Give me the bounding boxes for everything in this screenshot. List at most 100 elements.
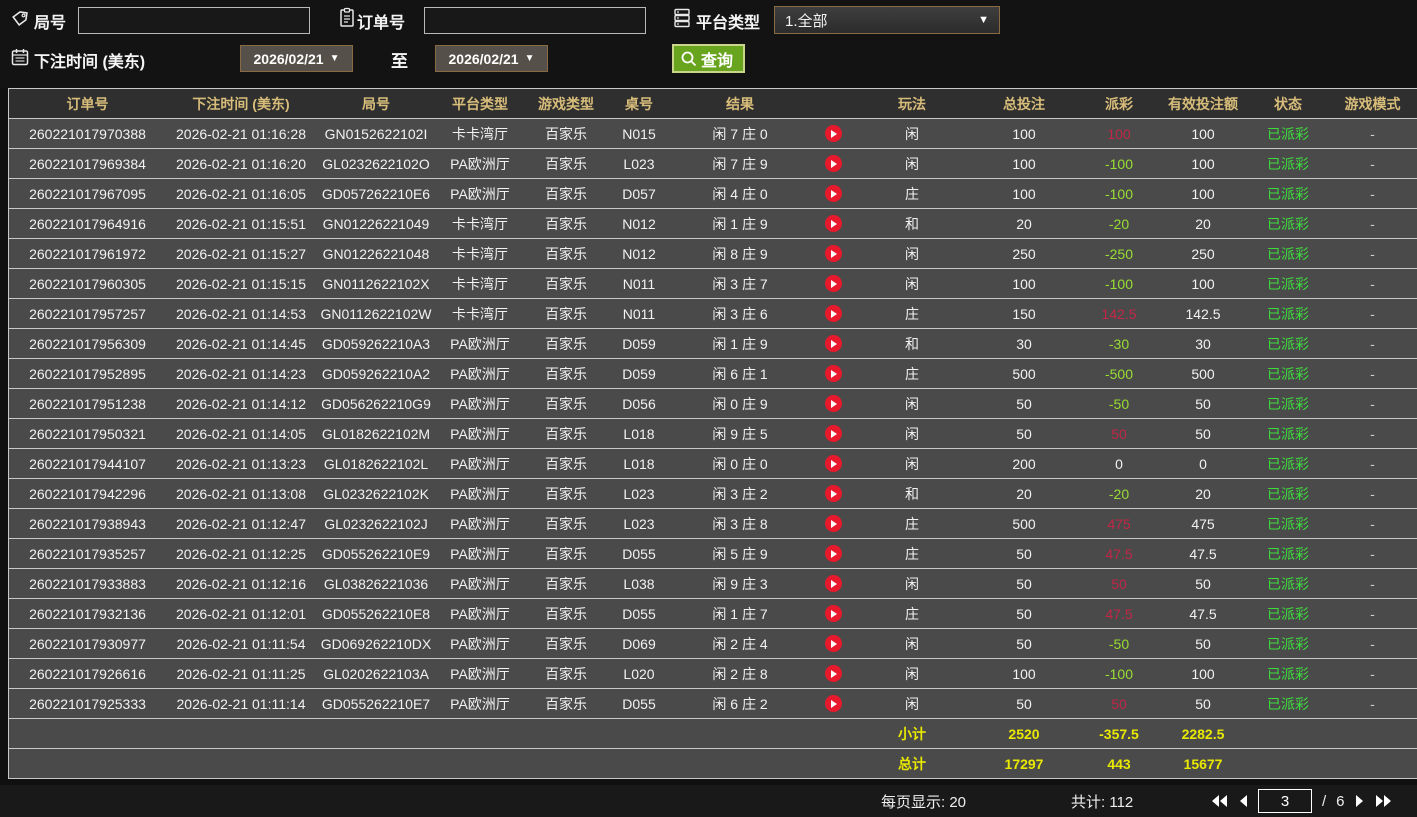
replay-play-button[interactable]: [824, 665, 842, 682]
cell-table-no: L023: [623, 155, 655, 172]
replay-play-button[interactable]: [824, 245, 842, 262]
cell-replay: [810, 239, 856, 268]
cell-total-bet: 50: [1016, 575, 1032, 592]
replay-play-button[interactable]: [824, 155, 842, 172]
replay-play-button[interactable]: [824, 395, 842, 412]
cell-status: 已派彩: [1267, 665, 1309, 682]
cell-table-no: N011: [622, 305, 656, 322]
replay-play-button[interactable]: [824, 605, 842, 622]
replay-play-button[interactable]: [824, 515, 842, 532]
cell-order-no: 260221017956309: [29, 335, 146, 352]
col-header-order-no: 订单号: [66, 95, 109, 112]
cell-play-type: 庄: [905, 305, 919, 322]
cell-order-no: 260221017932136: [29, 605, 146, 622]
cell-total-bet: 250: [1012, 245, 1036, 262]
per-page-label: 每页显示: 20: [881, 793, 967, 811]
col-header-round-no: 局号: [362, 95, 390, 112]
cell-replay: [810, 149, 856, 178]
cell-result: 闲 9 庄 3: [712, 575, 768, 592]
cell-replay: [810, 569, 856, 598]
cell-round-no: GL0232622102J: [324, 515, 428, 532]
bet-time-label: 下注时间 (美东): [34, 54, 146, 71]
replay-play-button[interactable]: [824, 215, 842, 232]
cell-table-no: D055: [622, 605, 656, 622]
cell-round-no: GD057262210E6: [321, 185, 431, 202]
cell-bet-time: 2026-02-21 01:11:54: [176, 635, 306, 652]
current-page-input[interactable]: 3: [1258, 789, 1312, 813]
cell-platform: PA欧洲厅: [450, 605, 510, 622]
replay-play-button[interactable]: [824, 575, 842, 592]
cell-platform: 卡卡湾厅: [452, 275, 508, 292]
cell-platform: PA欧洲厅: [450, 485, 510, 502]
cell-table-no: L018: [623, 425, 655, 442]
prev-page-button[interactable]: [1238, 794, 1248, 808]
cell-platform: PA欧洲厅: [450, 545, 510, 562]
cell-payout: 50: [1111, 575, 1127, 592]
platform-type-label: 平台类型: [696, 15, 761, 32]
replay-play-button[interactable]: [824, 545, 842, 562]
cell-valid-bet: 100: [1191, 155, 1215, 172]
chevron-down-icon: ▼: [524, 53, 535, 64]
order-no-input[interactable]: [424, 7, 646, 34]
cell-result: 闲 1 庄 9: [712, 215, 768, 232]
cell-play-type: 庄: [905, 185, 919, 202]
cell-play-type: 闲: [905, 275, 919, 292]
replay-play-button[interactable]: [824, 485, 842, 502]
replay-play-button[interactable]: [824, 365, 842, 382]
cell-bet-time: 2026-02-21 01:14:45: [176, 335, 306, 352]
replay-play-button[interactable]: [824, 335, 842, 352]
date-from-picker[interactable]: 2026/02/21 ▼: [240, 45, 353, 72]
cell-replay: [810, 509, 856, 538]
col-header-status: 状态: [1274, 95, 1302, 112]
cell-game-type: 百家乐: [545, 365, 587, 382]
round-no-input[interactable]: [78, 7, 310, 34]
table-row: 260221017938943 2026-02-21 01:12:47 GL02…: [9, 509, 1417, 539]
cell-order-no: 260221017951238: [29, 395, 146, 412]
subtotal-label: 小计: [898, 725, 926, 742]
cell-valid-bet: 30: [1195, 335, 1211, 352]
last-page-button[interactable]: [1375, 794, 1393, 808]
total-payout: 443: [1107, 755, 1131, 772]
cell-status: 已派彩: [1267, 395, 1309, 412]
table-row: 260221017950321 2026-02-21 01:14:05 GL01…: [9, 419, 1417, 449]
cell-game-mode: -: [1370, 515, 1375, 532]
cell-order-no: 260221017961972: [29, 245, 146, 262]
cell-order-no: 260221017944107: [29, 455, 146, 472]
replay-play-button[interactable]: [824, 695, 842, 712]
replay-play-button[interactable]: [824, 425, 842, 442]
table-row: 260221017942296 2026-02-21 01:13:08 GL02…: [9, 479, 1417, 509]
replay-play-button[interactable]: [824, 125, 842, 142]
cell-table-no: D056: [622, 395, 656, 412]
cell-payout: -100: [1104, 665, 1134, 682]
cell-status: 已派彩: [1267, 185, 1309, 202]
bet-records-table: 订单号 下注时间 (美东) 局号 平台类型 游戏类型 桌号 结果 玩法 总投注 …: [8, 88, 1417, 779]
cell-total-bet: 50: [1016, 545, 1032, 562]
cell-platform: PA欧洲厅: [450, 395, 510, 412]
cell-game-type: 百家乐: [545, 335, 587, 352]
cell-replay: [810, 599, 856, 628]
replay-play-button[interactable]: [824, 275, 842, 292]
cell-result: 闲 5 庄 9: [712, 545, 768, 562]
cell-payout: 47.5: [1105, 545, 1133, 562]
round-no-label: 局号: [34, 15, 67, 32]
replay-play-button[interactable]: [824, 305, 842, 322]
next-page-button[interactable]: [1355, 794, 1365, 808]
search-button[interactable]: 查询: [672, 44, 746, 73]
cell-play-type: 闲: [905, 665, 919, 682]
cell-game-mode: -: [1370, 455, 1375, 472]
cell-table-no: D057: [622, 185, 656, 202]
first-page-button[interactable]: [1210, 794, 1228, 808]
subtotal-row: 小计 2520 -357.5 2282.5: [9, 719, 1417, 749]
cell-platform: PA欧洲厅: [450, 455, 510, 472]
cell-payout: -500: [1104, 365, 1134, 382]
cell-valid-bet: 500: [1191, 365, 1215, 382]
replay-play-button[interactable]: [824, 455, 842, 472]
cell-game-mode: -: [1370, 215, 1375, 232]
date-to-value: 2026/02/21: [448, 50, 519, 67]
replay-play-button[interactable]: [824, 635, 842, 652]
platform-type-select[interactable]: 1.全部 ▼: [774, 6, 1000, 34]
cell-game-type: 百家乐: [545, 695, 587, 712]
cell-result: 闲 2 庄 4: [712, 635, 768, 652]
date-to-picker[interactable]: 2026/02/21 ▼: [435, 45, 548, 72]
replay-play-button[interactable]: [824, 185, 842, 202]
